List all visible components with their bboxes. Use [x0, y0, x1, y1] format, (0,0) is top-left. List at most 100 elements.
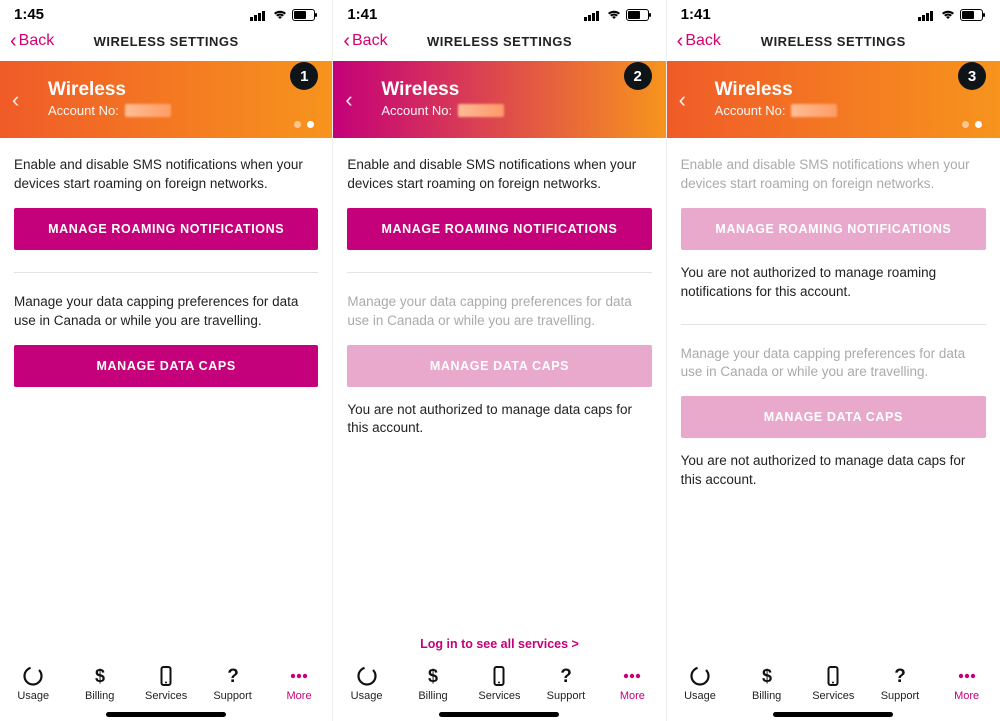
question-icon: ? [889, 665, 911, 687]
back-button[interactable]: ‹ Back [10, 31, 54, 51]
tab-label: Services [478, 690, 520, 702]
tab-usage[interactable]: Usage [0, 665, 66, 702]
tab-label: Billing [85, 690, 114, 702]
tab-label: Services [145, 690, 187, 702]
chevron-left-icon[interactable]: ‹ [12, 87, 19, 113]
status-bar: 1:45 [0, 0, 332, 25]
svg-text:$: $ [95, 666, 105, 686]
tab-label: Usage [351, 690, 383, 702]
account-number-redacted [791, 104, 837, 117]
back-button[interactable]: ‹ Back [677, 31, 721, 51]
chevron-left-icon[interactable]: ‹ [345, 87, 352, 113]
phone-icon [822, 665, 844, 687]
tab-billing[interactable]: $ Billing [66, 665, 132, 702]
dot-active[interactable] [307, 121, 314, 128]
back-button[interactable]: ‹ Back [343, 31, 387, 51]
roaming-noauth-msg: You are not authorized to manage roaming… [681, 264, 986, 302]
content-area: Enable and disable SMS notifications whe… [667, 138, 1000, 659]
tab-services[interactable]: Services [800, 665, 867, 702]
hero-title: Wireless [381, 79, 647, 101]
account-number-redacted [125, 104, 171, 117]
usage-icon [22, 665, 44, 687]
manage-caps-button[interactable]: MANAGE DATA CAPS [14, 345, 318, 387]
svg-text:?: ? [227, 666, 239, 687]
tab-label: Support [881, 690, 920, 702]
tab-billing[interactable]: $ Billing [733, 665, 800, 702]
tab-support[interactable]: ? Support [533, 665, 599, 702]
nav-bar: ‹ Back WIRELESS SETTINGS [667, 25, 1000, 61]
hero-banner[interactable]: ‹ Wireless Account No: [333, 61, 665, 138]
account-line: Account No: [381, 103, 647, 118]
login-link[interactable]: Log in to see all services > [333, 629, 665, 659]
tab-bar: Usage $ Billing Services ? Support More [0, 659, 332, 706]
tab-bar: Usage $ Billing Services ? Support More [333, 659, 665, 706]
tab-more[interactable]: More [266, 665, 332, 702]
status-time: 1:45 [14, 6, 44, 23]
page-title: WIRELESS SETTINGS [94, 34, 239, 49]
tab-label: Billing [752, 690, 781, 702]
manage-roaming-button: MANAGE ROAMING NOTIFICATIONS [681, 208, 986, 250]
caps-desc: Manage your data capping preferences for… [14, 293, 318, 331]
divider [681, 324, 986, 325]
tab-label: More [620, 690, 645, 702]
roaming-desc: Enable and disable SMS notifications whe… [681, 156, 986, 194]
account-line: Account No: [715, 103, 982, 118]
dot[interactable] [962, 121, 969, 128]
back-label: Back [685, 32, 721, 50]
home-indicator[interactable] [106, 712, 226, 717]
home-indicator[interactable] [773, 712, 893, 717]
account-line: Account No: [48, 103, 314, 118]
more-icon [288, 665, 310, 687]
phone-icon [488, 665, 510, 687]
tab-label: Usage [17, 690, 49, 702]
caps-noauth-msg: You are not authorized to manage data ca… [347, 401, 651, 439]
caps-noauth-msg: You are not authorized to manage data ca… [681, 452, 986, 490]
status-bar: 1:41 [667, 0, 1000, 25]
roaming-desc: Enable and disable SMS notifications whe… [14, 156, 318, 194]
caps-desc: Manage your data capping preferences for… [347, 293, 651, 331]
screen-2: 1:41 ‹ Back WIRELESS SETTINGS 2 ‹ Wirele… [333, 0, 666, 721]
carousel-dots [294, 121, 314, 128]
content-area: Enable and disable SMS notifications whe… [333, 138, 665, 629]
tab-more[interactable]: More [933, 665, 1000, 702]
svg-text:?: ? [894, 666, 906, 687]
tab-billing[interactable]: $ Billing [400, 665, 466, 702]
dollar-icon: $ [756, 665, 778, 687]
question-icon: ? [222, 665, 244, 687]
usage-icon [356, 665, 378, 687]
tab-services[interactable]: Services [133, 665, 199, 702]
manage-roaming-button[interactable]: MANAGE ROAMING NOTIFICATIONS [14, 208, 318, 250]
status-icons [918, 9, 986, 21]
more-icon [621, 665, 643, 687]
account-number-redacted [458, 104, 504, 117]
tab-bar: Usage $ Billing Services ? Support More [667, 659, 1000, 706]
tab-support[interactable]: ? Support [867, 665, 934, 702]
tab-more[interactable]: More [599, 665, 665, 702]
tab-support[interactable]: ? Support [199, 665, 265, 702]
account-label: Account No: [715, 103, 786, 118]
manage-caps-button: MANAGE DATA CAPS [681, 396, 986, 438]
more-icon [956, 665, 978, 687]
home-indicator[interactable] [439, 712, 559, 717]
manage-caps-button: MANAGE DATA CAPS [347, 345, 651, 387]
dot-active[interactable] [975, 121, 982, 128]
divider [14, 272, 318, 273]
tab-label: More [287, 690, 312, 702]
nav-bar: ‹ Back WIRELESS SETTINGS [333, 25, 665, 61]
back-label: Back [19, 32, 55, 50]
chevron-left-icon[interactable]: ‹ [679, 87, 686, 113]
dot[interactable] [294, 121, 301, 128]
hero-banner[interactable]: ‹ Wireless Account No: [0, 61, 332, 138]
content-area: Enable and disable SMS notifications whe… [0, 138, 332, 659]
screen-3: 1:41 ‹ Back WIRELESS SETTINGS 3 ‹ Wirele… [667, 0, 1000, 721]
usage-icon [689, 665, 711, 687]
tab-usage[interactable]: Usage [333, 665, 399, 702]
status-bar: 1:41 [333, 0, 665, 25]
tab-services[interactable]: Services [466, 665, 532, 702]
question-icon: ? [555, 665, 577, 687]
svg-text:$: $ [762, 666, 772, 686]
tab-usage[interactable]: Usage [667, 665, 734, 702]
hero-banner[interactable]: ‹ Wireless Account No: [667, 61, 1000, 138]
manage-roaming-button[interactable]: MANAGE ROAMING NOTIFICATIONS [347, 208, 651, 250]
page-title: WIRELESS SETTINGS [427, 34, 572, 49]
